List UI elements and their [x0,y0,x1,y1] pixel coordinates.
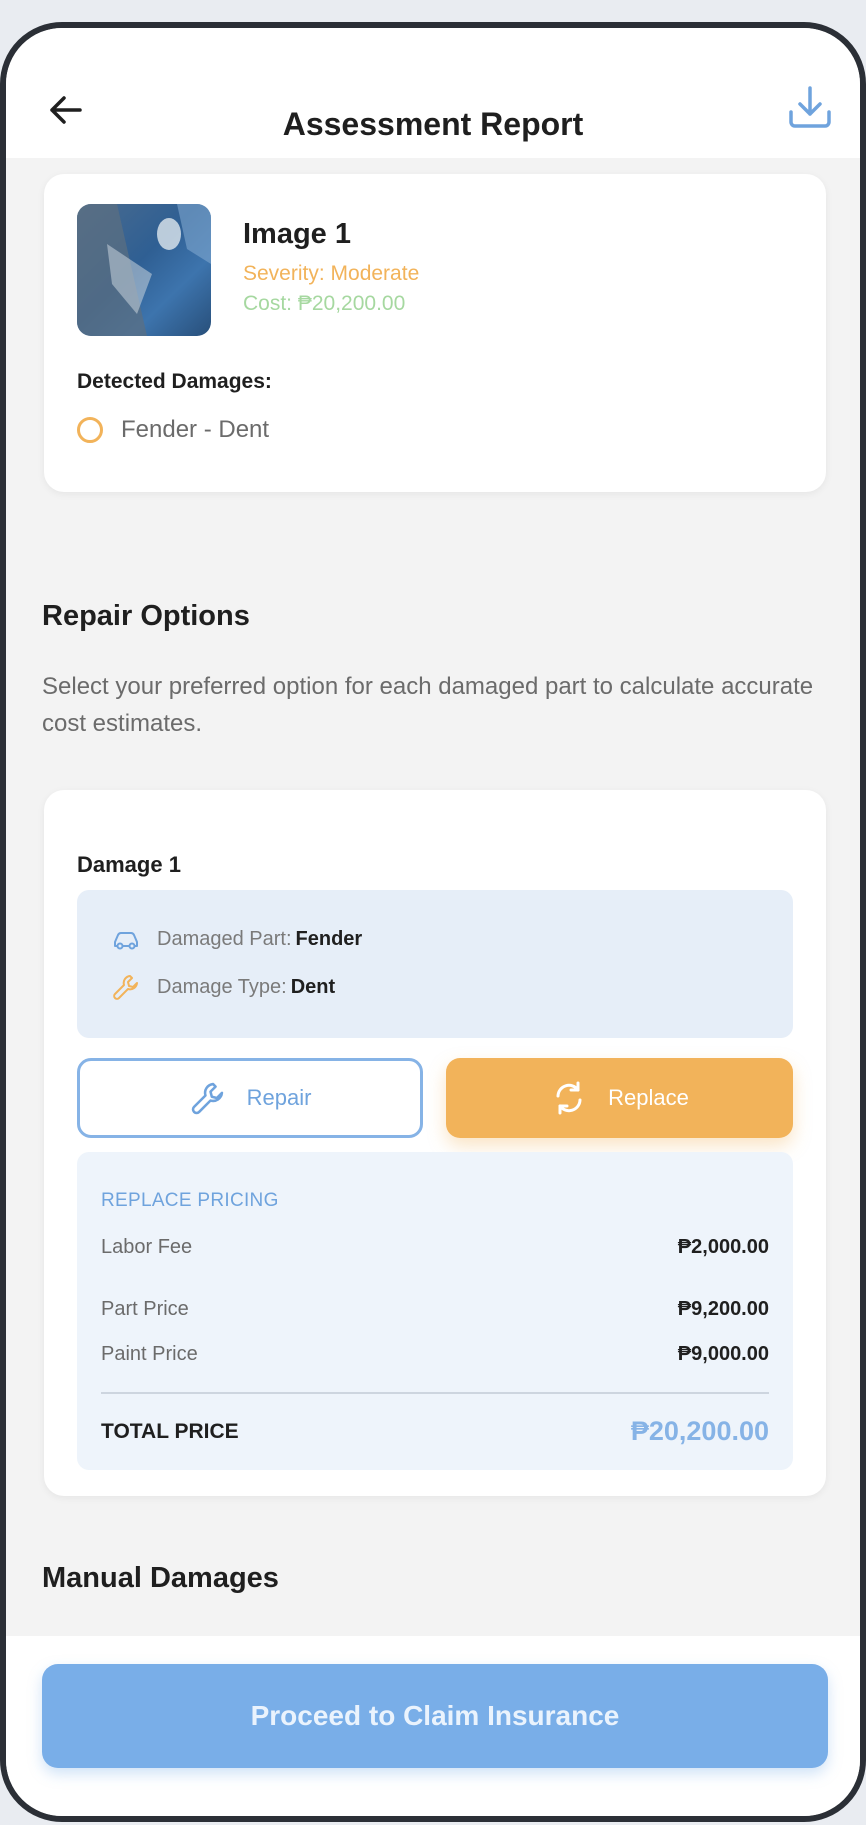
repair-option-button[interactable]: Repair [77,1058,423,1138]
damage-info-box: Damaged Part: Fender Damage Type: Dent [77,890,793,1038]
radio-circle-icon [77,417,103,443]
pricing-divider [101,1392,769,1394]
download-icon [789,86,831,128]
severity-text: Severity: Moderate [243,262,420,285]
manual-damages-title: Manual Damages [42,1562,279,1594]
detected-damage-label: Fender - Dent [121,416,270,443]
paint-price-row: Paint Price ₱9,000.00 [101,1343,769,1366]
wrench-icon [113,975,138,1000]
replace-option-button[interactable]: Replace [446,1058,793,1138]
paint-price-label: Paint Price [101,1343,198,1365]
top-bar: Assessment Report [6,28,860,158]
part-price-row: Part Price ₱9,200.00 [101,1298,769,1321]
damage-card: Damage 1 Damaged Part: Fender Damage Typ… [44,790,826,1496]
cost-text: Cost: ₱20,200.00 [243,292,406,315]
wrench-icon [191,1082,223,1115]
part-price-value: ₱9,200.00 [677,1298,769,1320]
page-title: Assessment Report [282,106,584,142]
damage-image-thumbnail[interactable] [77,204,211,336]
pricing-box: REPLACE PRICING Labor Fee ₱2,000.00 Part… [77,1152,793,1470]
part-price-label: Part Price [101,1298,189,1320]
refresh-icon [556,1081,582,1115]
damaged-part-value: Fender [295,927,363,950]
labor-fee-row: Labor Fee ₱2,000.00 [101,1236,769,1259]
labor-fee-label: Labor Fee [101,1236,193,1258]
total-price-label: TOTAL PRICE [101,1419,239,1443]
repair-options-title: Repair Options [42,600,250,632]
repair-options-description: Select your preferred option for each da… [42,673,814,737]
pricing-heading: REPLACE PRICING [101,1190,279,1211]
damage-type-label: Damage Type: [157,975,287,998]
paint-price-value: ₱9,000.00 [677,1343,769,1365]
repair-option-label: Repair [246,1085,312,1110]
damage-title: Damage 1 [77,852,181,877]
total-price-value: ₱20,200.00 [630,1416,769,1446]
image-name: Image 1 [243,218,351,250]
car-icon [114,932,138,950]
replace-option-label: Replace [608,1085,689,1110]
download-button[interactable] [782,80,838,136]
damaged-part-row: Damaged Part: Fender [111,924,362,954]
proceed-to-claim-button[interactable]: Proceed to Claim Insurance [42,1664,828,1768]
damage-type-row: Damage Type: Dent [111,972,335,1002]
labor-fee-value: ₱2,000.00 [677,1236,769,1258]
phone-frame: Assessment Report Image 1 Severity: Mode… [0,22,866,1822]
detected-damages-label: Detected Damages: [77,370,272,393]
damage-type-value: Dent [290,975,336,998]
total-price-row: TOTAL PRICE ₱20,200.00 [101,1416,769,1447]
detected-damage-item[interactable]: Fender - Dent [77,416,269,444]
damaged-part-label: Damaged Part: [157,927,292,950]
image-card: Image 1 Severity: Moderate Cost: ₱20,200… [44,174,826,492]
